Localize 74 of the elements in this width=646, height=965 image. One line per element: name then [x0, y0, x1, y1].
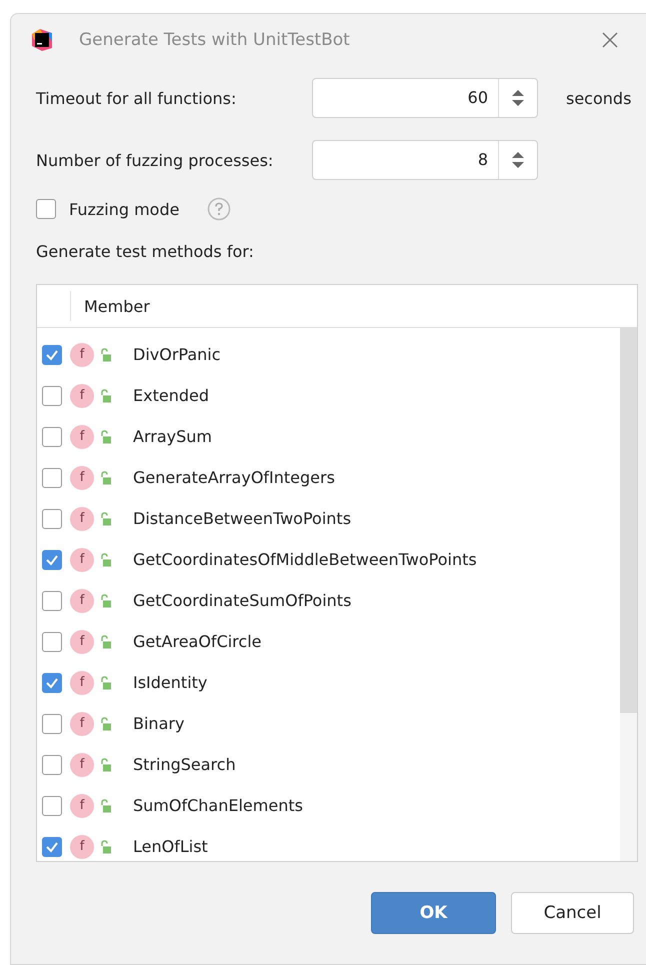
member-name[interactable]: Binary [133, 714, 184, 733]
member-name[interactable]: GetAreaOfCircle [133, 632, 262, 651]
unlocked-padlock-icon [100, 594, 111, 608]
member-name[interactable]: ArraySum [133, 427, 212, 446]
fuzzing-mode-label: Fuzzing mode [69, 200, 180, 218]
help-icon[interactable] [207, 197, 232, 221]
member-name[interactable]: LenOfList [133, 837, 208, 856]
member-name[interactable]: Extended [133, 386, 209, 405]
unlocked-padlock-icon [100, 634, 111, 648]
fuzzing-mode-checkbox[interactable] [36, 199, 56, 219]
spinner-arrows-icon[interactable] [511, 88, 525, 108]
unlocked-padlock-icon [100, 388, 111, 402]
row-checkbox[interactable] [42, 508, 62, 528]
function-badge: f [70, 752, 94, 776]
function-badge: f [70, 548, 94, 572]
unlocked-padlock-icon [100, 430, 111, 444]
member-name[interactable]: SumOfChanElements [133, 796, 303, 815]
function-badge: f [70, 384, 94, 408]
processes-label: Number of fuzzing processes: [36, 150, 274, 170]
function-badge: f [70, 712, 94, 736]
app-logo-icon [30, 28, 54, 52]
member-name[interactable]: GetCoordinatesOfMiddleBetweenTwoPoints [133, 550, 477, 569]
function-badge: f [70, 794, 94, 818]
function-badge: f [70, 588, 94, 612]
member-name[interactable]: IsIdentity [133, 673, 208, 692]
function-badge: f [70, 506, 94, 530]
unlocked-padlock-icon [100, 676, 111, 690]
check-icon [45, 348, 59, 362]
unlocked-padlock-icon [100, 798, 111, 812]
unlocked-padlock-icon [100, 470, 111, 484]
unlocked-padlock-icon [100, 758, 111, 772]
function-badge: f [70, 834, 94, 858]
function-badge: f [70, 466, 94, 490]
check-icon [45, 552, 59, 566]
unlocked-padlock-icon [100, 716, 111, 730]
dialog-button[interactable]: OK [371, 892, 496, 934]
timeout-label: Timeout for all functions: [36, 88, 238, 108]
dialog-button[interactable]: Cancel [511, 892, 634, 934]
row-checkbox[interactable] [42, 672, 62, 692]
member-name[interactable]: DivOrPanic [133, 345, 221, 364]
timeout-unit-label: seconds [566, 88, 632, 108]
scrollbar-thumb[interactable] [620, 328, 637, 713]
close-icon[interactable] [601, 31, 619, 49]
unlocked-padlock-icon [100, 512, 111, 526]
unlocked-padlock-icon [100, 840, 111, 854]
spinner-arrows-icon[interactable] [511, 150, 525, 170]
row-checkbox[interactable] [42, 714, 62, 734]
member-name[interactable]: StringSearch [133, 755, 236, 774]
unlocked-padlock-icon [100, 348, 111, 362]
unlocked-padlock-icon [100, 552, 111, 566]
check-icon [45, 840, 59, 854]
row-checkbox[interactable] [42, 426, 62, 446]
function-badge: f [70, 670, 94, 694]
row-checkbox[interactable] [42, 344, 62, 364]
member-name[interactable]: GetCoordinateSumOfPoints [133, 591, 352, 610]
row-checkbox[interactable] [42, 754, 62, 774]
timeout-spinner[interactable]: 60 [312, 78, 538, 118]
row-checkbox[interactable] [42, 632, 62, 652]
row-checkbox[interactable] [42, 550, 62, 570]
row-checkbox[interactable] [42, 796, 62, 816]
member-name[interactable]: GenerateArrayOfIntegers [133, 468, 335, 487]
row-checkbox[interactable] [42, 468, 62, 488]
member-name[interactable]: DistanceBetweenTwoPoints [133, 509, 352, 528]
function-badge: f [70, 424, 94, 448]
column-header[interactable]: Member [71, 296, 150, 316]
function-badge: f [70, 630, 94, 654]
check-icon [45, 676, 59, 690]
processes-spinner[interactable]: 8 [312, 140, 538, 180]
row-checkbox[interactable] [42, 590, 62, 610]
function-badge: f [70, 342, 94, 366]
section-label: Generate test methods for: [36, 242, 255, 261]
row-checkbox[interactable] [42, 836, 62, 856]
window-title: Generate Tests with UnitTestBot [79, 30, 351, 50]
row-checkbox[interactable] [42, 386, 62, 406]
